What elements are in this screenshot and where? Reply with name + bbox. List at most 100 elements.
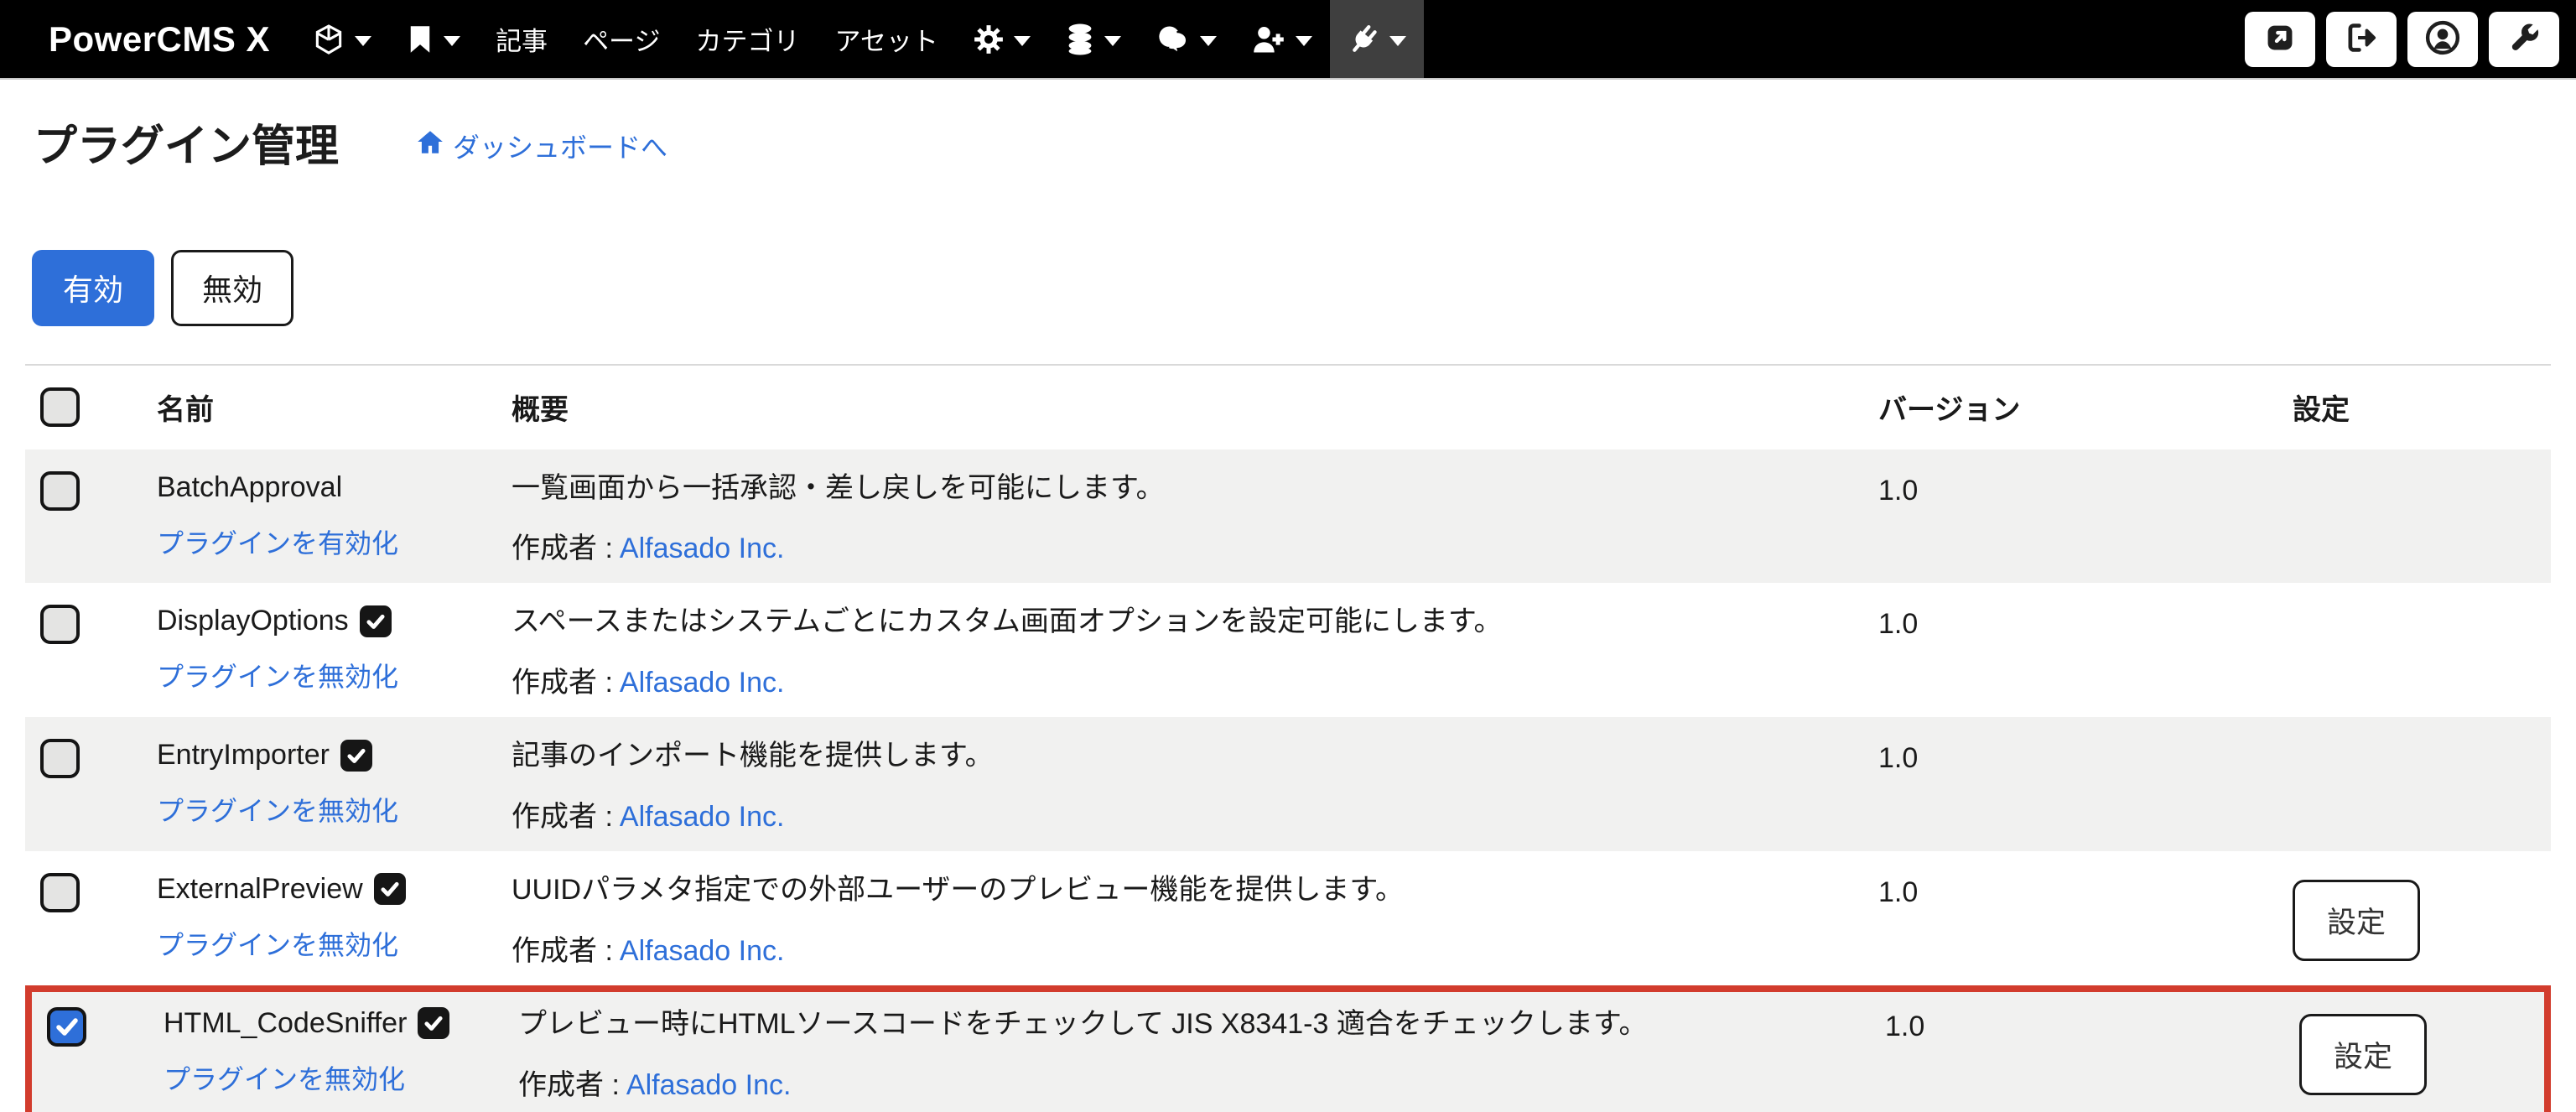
column-header-name: 名前: [157, 394, 214, 427]
author-link[interactable]: Alfasado Inc.: [620, 935, 785, 967]
column-header-summary: 概要: [512, 394, 569, 427]
settings-button[interactable]: 設定: [2293, 880, 2421, 962]
main-content: プラグイン管理 ダッシュボードへ 有効 無効 名前 概要 バージョン 設定 Ba…: [0, 124, 2576, 1112]
plugin-table: 名前 概要 バージョン 設定 BatchApproval プラグインを有効化 一…: [25, 363, 2551, 1112]
filter-inactive-button[interactable]: 無効: [171, 249, 294, 326]
check-square-icon: [373, 873, 406, 906]
page-title: プラグイン管理: [34, 122, 340, 171]
nav-comments-dropdown[interactable]: [1139, 0, 1234, 78]
plugin-toggle-link[interactable]: プラグインを有効化: [157, 522, 398, 561]
external-link-icon: [2262, 20, 2298, 58]
plugin-version: 1.0: [1878, 742, 1919, 775]
nav-settings-dropdown[interactable]: [956, 0, 1048, 78]
table-row: HTML_CodeSniffer プラグインを無効化 プレビュー時にHTMLソー…: [25, 985, 2551, 1112]
plug-icon: [1348, 23, 1379, 55]
caret-down-icon: [1389, 35, 1406, 46]
row-select-checkbox[interactable]: [40, 739, 80, 779]
plugin-name: DisplayOptions: [157, 605, 349, 637]
page-head: プラグイン管理 ダッシュボードへ: [34, 124, 2551, 170]
cube-icon: [313, 23, 345, 55]
author-link[interactable]: Alfasado Inc.: [620, 801, 785, 833]
author-link[interactable]: Alfasado Inc.: [620, 533, 785, 564]
dashboard-link[interactable]: ダッシュボードへ: [416, 127, 667, 165]
user-plus-icon: [1252, 24, 1285, 55]
plugin-toggle-link[interactable]: プラグインを無効化: [157, 924, 398, 963]
plugin-version: 1.0: [1878, 474, 1919, 507]
gear-icon: [974, 24, 1004, 55]
nav-database-dropdown[interactable]: [1048, 0, 1139, 78]
sign-out-icon: [2344, 20, 2379, 58]
user-circle-icon: [2424, 19, 2461, 59]
table-row: DisplayOptions プラグインを無効化 スペースまたはシステムごとにカ…: [25, 583, 2551, 717]
filter-active-button[interactable]: 有効: [32, 249, 155, 326]
top-navbar: PowerCMS X 記事 ページ カテゴリ アセット: [0, 0, 2576, 80]
plugin-summary: 一覧画面から一括承認・差し戻しを可能にします。: [512, 471, 1165, 504]
caret-down-icon: [444, 35, 461, 46]
status-filter-bar: 有効 無効: [32, 249, 2551, 326]
author-label: 作成者 :: [512, 533, 613, 565]
check-square-icon: [418, 1007, 450, 1040]
plugin-toggle-link[interactable]: プラグインを無効化: [157, 656, 398, 694]
plugin-author-line: 作成者 : Alfasado Inc.: [512, 928, 1878, 969]
caret-down-icon: [1295, 35, 1312, 46]
home-icon: [416, 128, 444, 164]
author-label: 作成者 :: [518, 1068, 620, 1101]
table-row: ExternalPreview プラグインを無効化 UUIDパラメタ指定での外部…: [25, 851, 2551, 985]
nav-bookmarks-dropdown[interactable]: [389, 0, 478, 78]
column-header-settings: 設定: [2293, 394, 2350, 427]
caret-down-icon: [1013, 35, 1031, 46]
row-select-checkbox[interactable]: [47, 1006, 86, 1047]
nav-item-assets[interactable]: アセット: [817, 0, 955, 78]
nav-users-dropdown[interactable]: [1234, 0, 1330, 78]
plugin-name: EntryImporter: [157, 739, 330, 772]
plugin-summary: UUIDパラメタ指定での外部ユーザーのプレビュー機能を提供します。: [512, 873, 1405, 906]
sign-out-button[interactable]: [2326, 11, 2397, 67]
check-square-icon: [359, 605, 392, 637]
navbar-right-actions: [2245, 0, 2576, 78]
view-site-button[interactable]: [2245, 11, 2315, 67]
table-header-row: 名前 概要 バージョン 設定: [25, 365, 2551, 449]
caret-down-icon: [1199, 35, 1217, 46]
author-label: 作成者 :: [512, 934, 613, 967]
author-label: 作成者 :: [512, 667, 613, 699]
plugin-author-line: 作成者 : Alfasado Inc.: [518, 1062, 1885, 1103]
wrench-icon: [2506, 20, 2542, 58]
nav-item-entries[interactable]: 記事: [478, 0, 565, 78]
plugin-toggle-link[interactable]: プラグインを無効化: [164, 1058, 405, 1097]
table-row: EntryImporter プラグインを無効化 記事のインポート機能を提供します…: [25, 717, 2551, 851]
brand-logo[interactable]: PowerCMS X: [49, 19, 270, 60]
plugin-author-line: 作成者 : Alfasado Inc.: [512, 525, 1878, 566]
nav-plugins-dropdown[interactable]: [1329, 0, 1424, 78]
select-all-checkbox[interactable]: [40, 387, 80, 428]
plugin-version: 1.0: [1878, 876, 1919, 908]
settings-button[interactable]: 設定: [2299, 1014, 2428, 1096]
nav-item-pages[interactable]: ページ: [565, 0, 678, 78]
dashboard-link-label: ダッシュボードへ: [453, 132, 668, 163]
plugin-name: ExternalPreview: [157, 872, 363, 905]
plugin-version: 1.0: [1885, 1010, 1925, 1042]
plugin-name: BatchApproval: [157, 470, 343, 503]
bookmark-icon: [407, 24, 434, 55]
plugin-summary: 記事のインポート機能を提供します。: [512, 740, 994, 772]
database-icon: [1066, 23, 1094, 55]
check-square-icon: [340, 739, 372, 772]
row-select-checkbox[interactable]: [40, 470, 80, 511]
user-profile-button[interactable]: [2407, 11, 2478, 67]
plugin-name: HTML_CodeSniffer: [164, 1006, 408, 1039]
row-select-checkbox[interactable]: [40, 605, 80, 645]
plugin-toggle-link[interactable]: プラグインを無効化: [157, 790, 398, 829]
tools-button[interactable]: [2489, 11, 2559, 67]
table-body: BatchApproval プラグインを有効化 一覧画面から一括承認・差し戻しを…: [25, 449, 2551, 1112]
comments-icon: [1156, 24, 1190, 55]
author-link[interactable]: Alfasado Inc.: [626, 1069, 792, 1101]
plugin-version: 1.0: [1878, 608, 1919, 641]
caret-down-icon: [355, 35, 372, 46]
plugin-summary: スペースまたはシステムごとにカスタム画面オプションを設定可能にします。: [512, 605, 1503, 638]
nav-spaces-dropdown[interactable]: [295, 0, 389, 78]
plugin-author-line: 作成者 : Alfasado Inc.: [512, 659, 1878, 700]
table-row: BatchApproval プラグインを有効化 一覧画面から一括承認・差し戻しを…: [25, 449, 2551, 584]
nav-item-categories[interactable]: カテゴリ: [678, 0, 817, 78]
row-select-checkbox[interactable]: [40, 872, 80, 912]
author-link[interactable]: Alfasado Inc.: [620, 667, 785, 699]
author-label: 作成者 :: [512, 800, 613, 833]
